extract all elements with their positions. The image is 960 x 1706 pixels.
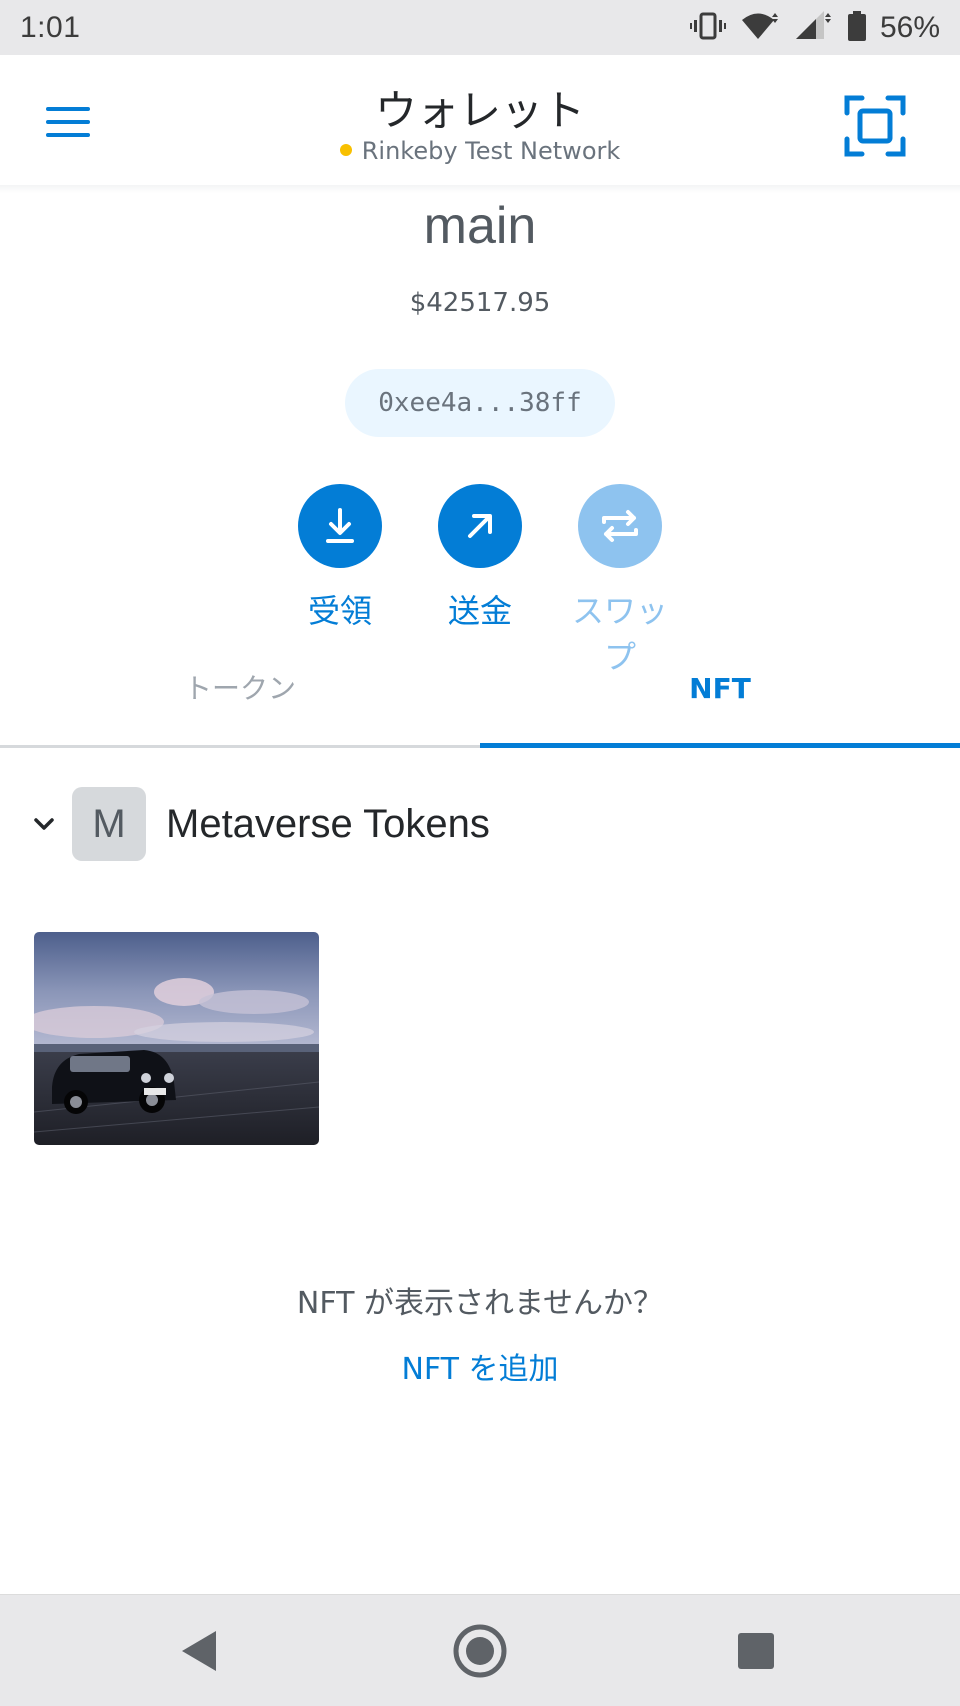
network-indicator[interactable]: Rinkeby Test Network [0,137,960,165]
tab-nft[interactable]: NFT [480,648,960,748]
battery-percent: 56% [879,10,940,44]
asset-tabs: トークン NFT [0,648,960,748]
vibrate-icon [689,11,726,45]
network-status-dot [339,144,352,156]
wifi-icon [740,11,780,45]
tab-tokens[interactable]: トークン [0,648,480,748]
qr-scan-icon[interactable] [844,95,906,157]
system-nav-bar [0,1594,960,1706]
add-nft-link[interactable]: NFT を追加 [0,1344,960,1388]
page-title: ウォレット [374,86,585,135]
active-tab-indicator [480,743,960,748]
missing-nft-prompt: NFT が表示されませんか？ [296,1286,664,1321]
nft-item-thumbnail[interactable] [34,932,319,1145]
swap-icon [578,484,662,568]
back-icon[interactable] [170,1621,230,1681]
app-header: ウォレット Rinkeby Test Network [0,55,960,185]
network-name: Rinkeby Test Network [361,137,621,165]
collection-avatar: M [72,787,146,861]
account-address-button[interactable]: 0xee4a...38ff [345,369,615,437]
chevron-down-icon [34,818,54,830]
battery-icon [847,10,866,45]
home-icon[interactable] [450,1621,510,1681]
collection-name: Metaverse Tokens [166,801,490,846]
header-shadow [0,185,960,193]
send-label: 送金 [447,592,512,630]
status-time: 1:01 [20,10,81,44]
recents-icon[interactable] [726,1621,786,1681]
status-bar: 1:01 56% [0,0,960,55]
send-button[interactable]: 送金 [425,484,535,632]
account-name[interactable]: main [0,196,960,256]
receive-button[interactable]: 受領 [285,484,395,632]
nft-collection-header[interactable]: M Metaverse Tokens [28,786,490,862]
download-arrow-icon [298,484,382,568]
status-icons: 56% [689,10,940,45]
car-photo-thumbnail [34,932,319,1145]
signal-icon [794,10,834,45]
receive-label: 受領 [307,592,372,630]
account-balance: $42517.95 [409,288,551,318]
send-arrow-icon [438,484,522,568]
